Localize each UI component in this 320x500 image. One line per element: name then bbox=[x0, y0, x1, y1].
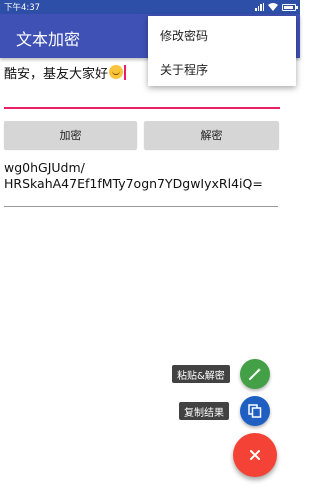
close-icon bbox=[250, 450, 260, 460]
result-underline bbox=[4, 206, 278, 207]
input-underline bbox=[4, 107, 280, 109]
copy-result-button[interactable] bbox=[240, 396, 270, 426]
encrypt-button[interactable]: 加密 bbox=[4, 121, 137, 149]
paste-decrypt-button[interactable] bbox=[240, 359, 270, 389]
status-bar: 下午4:37 bbox=[0, 0, 300, 14]
result-text-value: wg0hGJUdm/ HRSkahA47Ef1fMTy7ogn7YDgwIyxR… bbox=[4, 160, 263, 191]
close-fab-button[interactable] bbox=[233, 433, 277, 477]
menu-item-about[interactable]: 关于程序 bbox=[148, 52, 296, 86]
status-icons bbox=[255, 3, 298, 11]
copy-icon bbox=[248, 404, 262, 418]
text-cursor bbox=[124, 64, 126, 80]
menu-item-change-password[interactable]: 修改密码 bbox=[148, 18, 296, 52]
result-text[interactable]: wg0hGJUdm/ HRSkahA47Ef1fMTy7ogn7YDgwIyxR… bbox=[4, 160, 284, 192]
status-time: 下午4:37 bbox=[4, 3, 41, 13]
wifi-icon bbox=[268, 3, 278, 11]
input-text-value: 酷安，基友大家好 bbox=[4, 66, 109, 82]
magic-wand-icon bbox=[249, 368, 261, 380]
signal-icon bbox=[255, 3, 264, 11]
battery-icon bbox=[282, 3, 298, 11]
decrypt-button[interactable]: 解密 bbox=[144, 121, 279, 149]
paste-decrypt-label: 粘贴&解密 bbox=[172, 365, 230, 383]
app-title: 文本加密 bbox=[16, 30, 81, 49]
overflow-menu: 修改密码 关于程序 bbox=[148, 16, 296, 86]
copy-result-label: 复制结果 bbox=[179, 402, 229, 420]
smile-emoji-icon bbox=[109, 65, 124, 79]
